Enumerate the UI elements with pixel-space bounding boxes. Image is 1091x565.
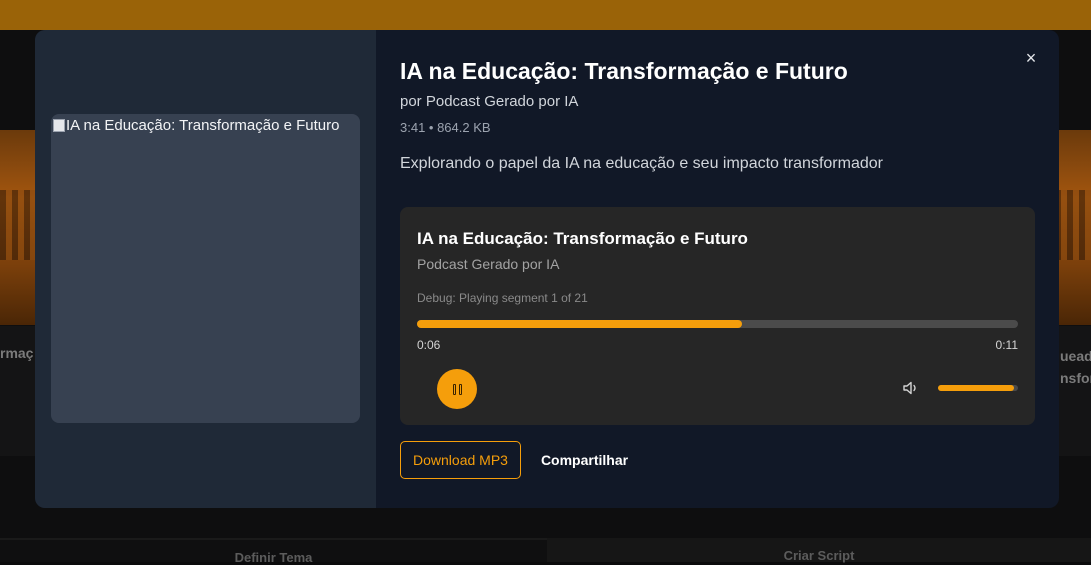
tab-criar-script[interactable]: Criar Script <box>547 538 1091 563</box>
pause-icon <box>452 383 462 395</box>
background-card-title-right-line2: nsfor <box>1060 370 1091 386</box>
audio-player: IA na Educação: Transformação e Futuro P… <box>400 207 1035 425</box>
podcast-title: IA na Educação: Transformação e Futuro <box>400 58 848 84</box>
player-title: IA na Educação: Transformação e Futuro <box>417 229 748 248</box>
tab-definir-tema[interactable]: Definir Tema <box>0 538 547 565</box>
broken-image-icon <box>53 119 65 132</box>
background-card-title-right-line1: uead <box>1060 348 1091 364</box>
share-button[interactable]: Compartilhar <box>541 452 628 468</box>
cover-image: IA na Educação: Transformação e Futuro <box>51 114 360 423</box>
volume-icon[interactable] <box>902 379 920 397</box>
progress-fill <box>417 320 742 328</box>
background-card-title-left: rmaç <box>0 345 34 361</box>
time-readout: 0:06 0:11 <box>417 338 1018 352</box>
volume-slider[interactable] <box>938 385 1018 391</box>
modal-cover-panel: IA na Educação: Transformação e Futuro <box>35 30 376 508</box>
progress-bar[interactable] <box>417 320 1018 328</box>
background-top-bar <box>0 0 1091 30</box>
close-icon: × <box>1025 48 1037 68</box>
podcast-meta: 3:41 • 864.2 KB <box>400 120 491 135</box>
player-author: Podcast Gerado por IA <box>417 256 560 272</box>
modal-details-panel: × IA na Educação: Transformação e Futuro… <box>376 30 1059 508</box>
background-step-tabs: Definir Tema Criar Script <box>0 538 1091 565</box>
current-time: 0:06 <box>417 338 441 352</box>
total-time: 0:11 <box>995 338 1018 352</box>
podcast-byline: por Podcast Gerado por IA <box>400 93 579 110</box>
background-card-title-right: uead nsfor <box>1060 345 1091 389</box>
play-pause-button[interactable] <box>437 369 477 409</box>
debug-status: Debug: Playing segment 1 of 21 <box>417 291 588 305</box>
modal-actions: Download MP3 Compartilhar <box>400 441 1035 479</box>
volume-fill <box>938 385 1014 391</box>
podcast-modal: IA na Educação: Transformação e Futuro ×… <box>35 30 1059 508</box>
podcast-description: Explorando o papel da IA na educação e s… <box>400 155 883 172</box>
download-mp3-button[interactable]: Download MP3 <box>400 441 521 479</box>
close-button[interactable]: × <box>1021 48 1041 68</box>
cover-image-alt-text: IA na Educação: Transformação e Futuro <box>66 117 340 134</box>
